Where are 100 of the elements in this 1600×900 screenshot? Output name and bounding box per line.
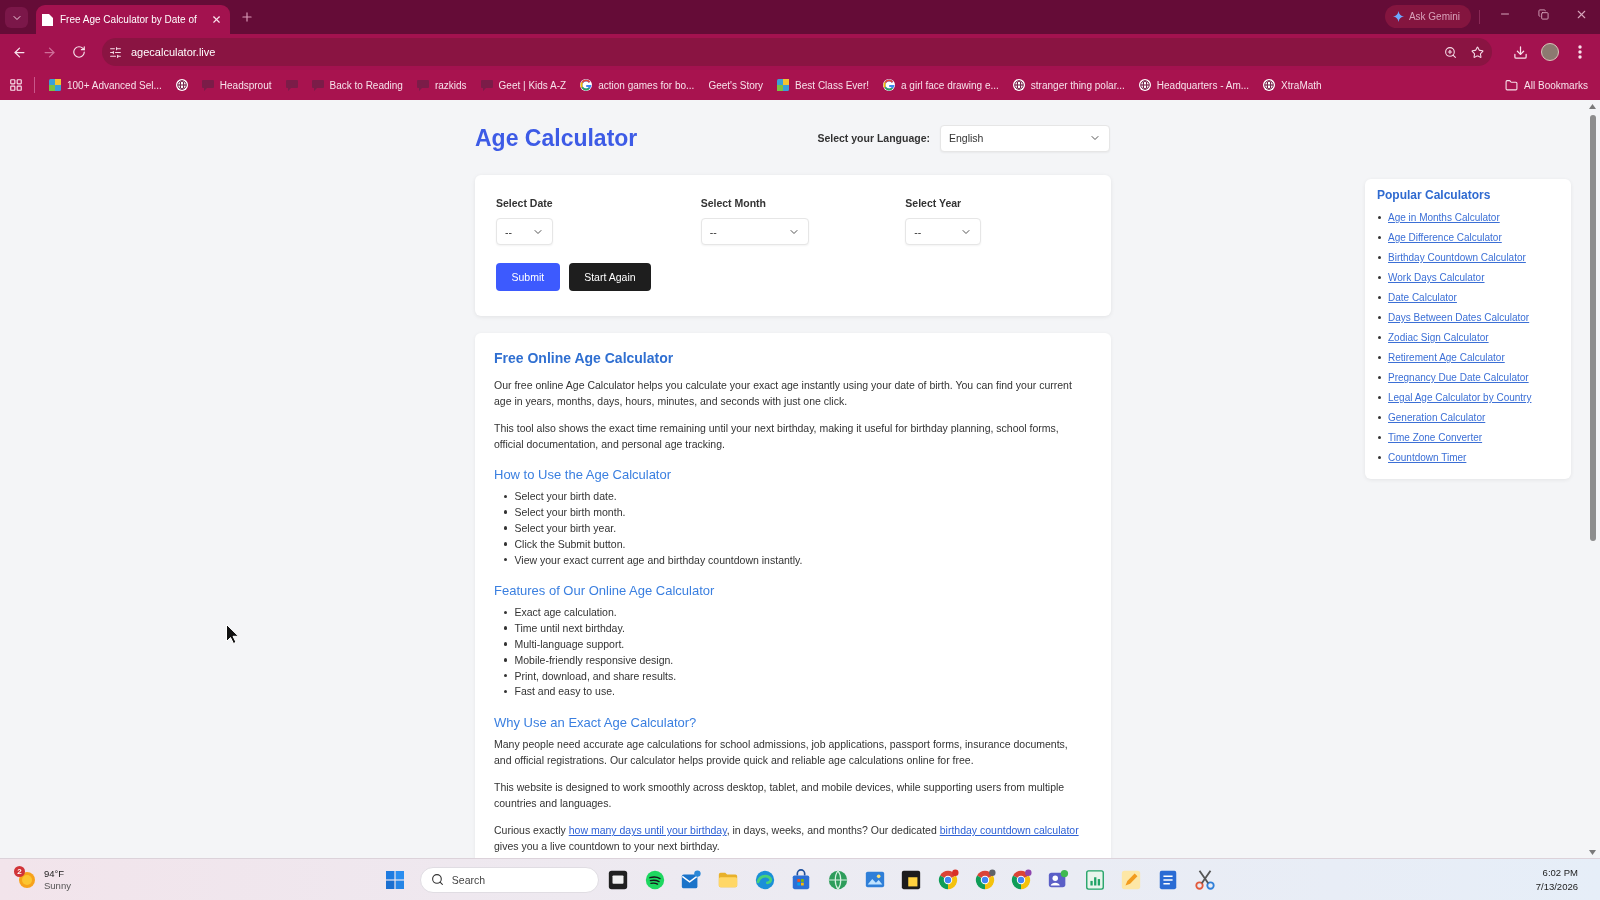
sun-icon [17,869,37,890]
browser-tab[interactable]: Free Age Calculator by Date of [36,5,230,34]
folder-icon [1505,78,1519,92]
bullet-icon [1378,256,1381,259]
bullet-icon [1378,376,1381,379]
bookmark-link[interactable]: stranger thing polar... [1012,79,1125,91]
bullet-icon [1378,396,1381,399]
sidebar-link[interactable]: Pregnancy Due Date Calculator [1388,372,1529,383]
taskbar-search-field[interactable]: Search [419,866,599,893]
bullet-icon [503,658,507,662]
page-icon [42,13,53,26]
address-bar[interactable]: agecalculator.live [102,38,1492,66]
close-icon [210,14,222,25]
notification-badge: 2 [14,865,25,877]
restore-icon [1537,8,1549,20]
bullet-icon [1378,216,1381,219]
clock-date: 7/13/2026 [1535,879,1578,894]
sidebar-link[interactable]: Countdown Timer [1388,452,1467,463]
field-label: Select Year [905,196,962,210]
list-item-text: Time until next birthday. [514,622,625,635]
dropdown-field[interactable]: -- [905,218,982,245]
apps-grid-icon[interactable] [9,78,23,92]
mouse-pointer-icon [226,624,239,644]
color-ring-icon [883,79,895,91]
mail-icon [680,868,703,891]
bookmark-link[interactable]: Geet | Kids A-Z [480,79,567,91]
paragraph-text: Curious exactly how many days until your birthday, in days, weeks, and months? Our dedicated birthday countdown calculator gives you a live countdown to your next birthday. [494,823,1080,855]
bookmark-link[interactable]: a girl face drawing e... [883,79,999,91]
bookmark-link[interactable]: action games for bo... [580,79,695,91]
sparkle-icon [1392,11,1404,22]
bookmark-link[interactable]: 100+ Advanced Sel... [49,79,162,91]
list-item-text: Fast and easy to use. [514,685,615,698]
globe-icon [175,79,188,91]
section-subheading: Features of Our Online Age Calculator [494,582,716,600]
sidebar-link[interactable]: Age in Months Calculator [1388,212,1500,223]
scroll-down-icon [1589,850,1596,855]
globe-icon [1138,79,1151,91]
sidebar-link[interactable]: Retirement Age Calculator [1388,352,1505,363]
sidebar-link[interactable]: Days Between Dates Calculator [1388,312,1530,323]
bookmark-link[interactable]: Headquarters - Am... [1138,79,1250,91]
all-bookmarks-link[interactable]: All Bookmarks [1505,78,1588,92]
swirl-icon [753,868,776,891]
submit-button[interactable]: Submit [496,262,560,291]
list-item-text: Exact age calculation. [514,606,617,619]
dropdown-field[interactable]: -- [700,218,809,245]
reset-button[interactable]: Start Again [568,262,652,291]
sidebar-link[interactable]: Generation Calculator [1388,412,1486,423]
plus-icon [240,10,254,24]
bookmark-link[interactable]: Best Class Ever! [777,79,869,91]
bullet-icon [1378,356,1381,359]
bullet-icon [503,510,507,514]
bookmark-link[interactable]: Geet's Story [708,79,764,91]
weather-condition: Sunny [44,879,71,892]
page-title: Age Calculator [475,124,638,152]
sidebar-link[interactable]: Work Days Calculator [1388,272,1485,283]
sidebar-link[interactable]: Birthday Countdown Calculator [1388,252,1526,263]
sidebar-link[interactable]: Legal Age Calculator by Country [1388,392,1532,403]
ask-assistant-button[interactable]: Ask Gemini [1384,5,1471,28]
download-icon [1512,44,1528,60]
bullet-icon [1378,416,1381,419]
star-icon [1470,45,1484,59]
list-item-text: Select your birth year. [514,522,617,534]
bullet-icon [503,689,507,694]
picture-tile-icon [49,79,61,91]
profile-avatar-icon [1541,43,1559,61]
inline-link[interactable]: birthday countdown calculator [939,824,1079,837]
bullet-icon [503,494,507,499]
scrollbar-thumb[interactable] [1589,115,1596,541]
arrow-right-icon [41,44,57,60]
bullet-icon [503,642,507,646]
globe-icon [1012,79,1025,91]
bookmark-link[interactable]: razkids [416,79,467,91]
bookmark-link[interactable]: Back to Reading [311,79,403,91]
tab-search-button[interactable] [5,7,28,28]
bookmark-link[interactable] [175,79,188,91]
sidebar-link[interactable]: Time Zone Converter [1388,432,1483,443]
dropdown-field[interactable]: -- [496,218,553,245]
paragraph-text: This tool also shows the exact time remaining until your next birthday, making it useful for birthday planning, school forms, official documentation, and personal age tracking. [494,420,1060,452]
chart-sheet-icon [1083,868,1106,891]
sidebar-link[interactable]: Date Calculator [1388,292,1457,303]
sidebar-title: Popular Calculators [1377,187,1492,202]
language-label: Select your Language: [817,132,930,144]
bookmark-link[interactable]: Headsprout [201,79,272,91]
bookmark-link[interactable]: XtraMath [1263,79,1322,91]
sidebar-link[interactable]: Age Difference Calculator [1388,232,1502,243]
paragraph-text: Many people need accurate age calculations for school admissions, job applications, passport forms, insurance documents, and official registrations. Our calculator helps provide quick and reliable age calculations online for free. [494,737,1069,769]
url-text: agecalculator.live [131,46,217,58]
bullet-icon [1378,456,1381,459]
inline-link[interactable]: how many days until your birthday [568,824,727,837]
color-wheel-icon [973,868,996,891]
search-icon [430,873,444,886]
field-label: Select Month [700,196,766,210]
sound-waves-icon [643,868,666,891]
sidebar-link[interactable]: Zodiac Sign Calculator [1388,332,1489,343]
clock-time: 6:02 PM [1542,865,1578,880]
list-item-text: Select your birth month. [514,506,626,519]
chat-bubble-icon [480,79,493,91]
list-item-text: Print, download, and share results. [514,669,677,682]
language-dropdown[interactable]: English [940,124,1110,152]
pencil-icon [1120,868,1143,891]
